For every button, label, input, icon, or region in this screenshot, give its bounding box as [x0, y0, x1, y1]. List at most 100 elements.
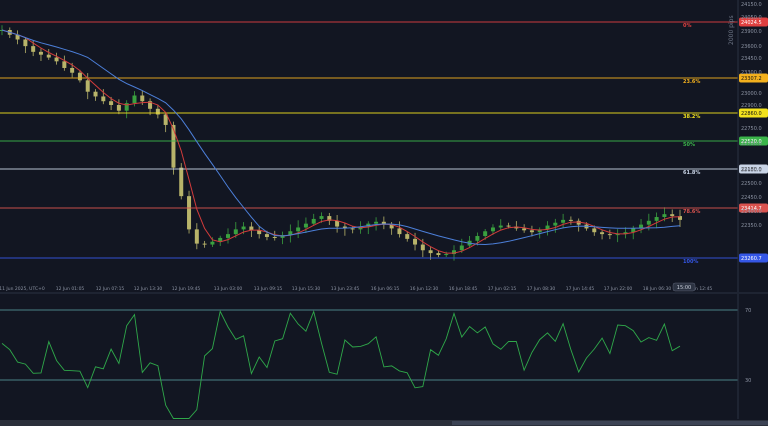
fib-level-label: 23.6% — [683, 79, 700, 85]
fib-level-label: 0% — [683, 23, 692, 29]
candle-body — [483, 231, 488, 237]
price-axis-tick-label: 23300.0 — [741, 70, 762, 76]
candle-body — [428, 250, 433, 254]
price-axis-tick-label: 22450.0 — [741, 195, 762, 201]
candle-body — [140, 95, 145, 102]
oscillator-tick-label: 70 — [745, 308, 751, 314]
candle-body — [272, 236, 277, 238]
candle-body — [459, 245, 464, 251]
candle-body — [646, 220, 651, 225]
price-axis-tick-label: 22500.0 — [741, 181, 762, 187]
fib-level-label: 61.8% — [683, 170, 700, 176]
candle-body — [241, 226, 246, 230]
candle-body — [179, 167, 184, 197]
time-axis-tick-label: 16 Jun 06:15 — [371, 286, 400, 292]
price-axis-tick-label: 23000.0 — [741, 91, 762, 97]
time-axis-tick-label: 13 Jun 09:15 — [254, 286, 283, 292]
fib-level-label: 100% — [683, 259, 698, 265]
candle-body — [70, 67, 75, 73]
candle-body — [350, 228, 355, 230]
candle-body — [506, 225, 511, 227]
time-axis-tick-label: 13 Jun 23:45 — [331, 286, 360, 292]
fib-price-tag-label: 23260.7 — [741, 256, 762, 262]
price-axis-tick-label: 23450.0 — [741, 56, 762, 62]
candle-body — [210, 241, 215, 245]
time-axis-tick-label: 16 Jun 12:30 — [410, 286, 439, 292]
candle-body — [46, 54, 51, 58]
fib-level-label: 78.6% — [683, 209, 700, 215]
fib-level-label: 38.2% — [683, 114, 700, 120]
candle-body — [226, 234, 230, 238]
candle-body — [444, 254, 449, 256]
time-axis-tick-label: 13 Jun 15:30 — [292, 286, 321, 292]
candle-body — [568, 219, 573, 221]
fib-level-label: 50% — [683, 142, 695, 148]
price-axis-tick-label: 22750.0 — [741, 126, 762, 132]
chart-background — [0, 0, 768, 426]
candle-body — [93, 91, 98, 97]
candle-body — [405, 234, 410, 239]
candle-body — [654, 217, 659, 221]
price-axis-tick-label: 22700.0 — [741, 141, 762, 147]
candle-body — [600, 232, 605, 235]
candle-body — [529, 230, 534, 233]
scale-note: 2000 pips — [728, 15, 735, 45]
candle-body — [38, 51, 43, 55]
candle-body — [171, 124, 176, 168]
candle-body — [296, 227, 301, 232]
price-axis-tick-label: 22900.0 — [741, 103, 762, 109]
fib-price-tag-label: 23307.2 — [741, 76, 762, 82]
candle-body — [155, 108, 160, 115]
time-axis-tick-label: 16 Jun 18:45 — [449, 286, 478, 292]
candle-body — [109, 101, 114, 105]
candle-body — [77, 72, 82, 81]
candle-body — [202, 243, 207, 245]
price-axis-tick-label: 23900.0 — [741, 29, 762, 35]
candle-body — [132, 95, 137, 104]
candle-body — [311, 218, 316, 224]
candle-body — [420, 244, 425, 251]
time-axis-tick-label: 17 Jun 02:15 — [488, 286, 517, 292]
candle-body — [662, 214, 667, 218]
price-axis-tick-label: 23600.0 — [741, 44, 762, 50]
crosshair-time-label: 15:00 — [677, 285, 691, 291]
time-axis-tick-label: 12 Jun 07:15 — [96, 286, 125, 292]
candle-body — [498, 225, 503, 228]
trading-chart[interactable]: 0% 24024.523.6% 23307.238.2% 22860.050% 2252… — [0, 0, 768, 426]
candle-body — [522, 228, 527, 231]
candle-body — [194, 229, 199, 244]
candle-body — [397, 228, 402, 235]
time-axis-tick-label: 12 Jun 01:05 — [56, 286, 85, 292]
candle-body — [233, 229, 238, 235]
time-axis-tick-label: 17 Jun 08:30 — [527, 286, 556, 292]
time-axis-tick-label: 12 Jun 13:30 — [134, 286, 163, 292]
candle-body — [475, 236, 480, 241]
candle-body — [592, 228, 597, 233]
candle-body — [335, 220, 340, 227]
candle-body — [264, 234, 269, 237]
time-axis-tick-label: 18 Jun 06:30 — [643, 286, 672, 292]
candle-body — [413, 238, 418, 245]
time-axis-tick-label: 11 Jun 2025, UTC+0 — [0, 286, 45, 292]
candle-body — [101, 96, 106, 102]
candle-body — [607, 234, 612, 236]
candle-body — [85, 80, 90, 92]
candle-body — [54, 57, 59, 62]
candle-body — [374, 221, 379, 224]
price-axis-tick-label: 22350.0 — [741, 223, 762, 229]
price-axis-tick-label: 24050.0 — [741, 15, 762, 21]
scrollbar-thumb[interactable] — [452, 421, 768, 425]
time-axis-tick-label: 17 Jun 14:45 — [566, 286, 595, 292]
time-axis-tick-label: 13 Jun 03:00 — [214, 286, 243, 292]
oscillator-tick-label: 30 — [745, 378, 751, 384]
candle-body — [116, 105, 121, 111]
price-axis-tick-label: 22600.0 — [741, 168, 762, 174]
candle-body — [670, 214, 675, 217]
candle-body — [436, 253, 441, 255]
candle-body — [62, 61, 67, 68]
fib-price-tag-label: 22860.0 — [741, 111, 762, 117]
candle-body — [319, 216, 324, 219]
price-axis-tick-label: 22400.0 — [741, 209, 762, 215]
candle-body — [553, 222, 558, 226]
candle-body — [187, 196, 192, 230]
